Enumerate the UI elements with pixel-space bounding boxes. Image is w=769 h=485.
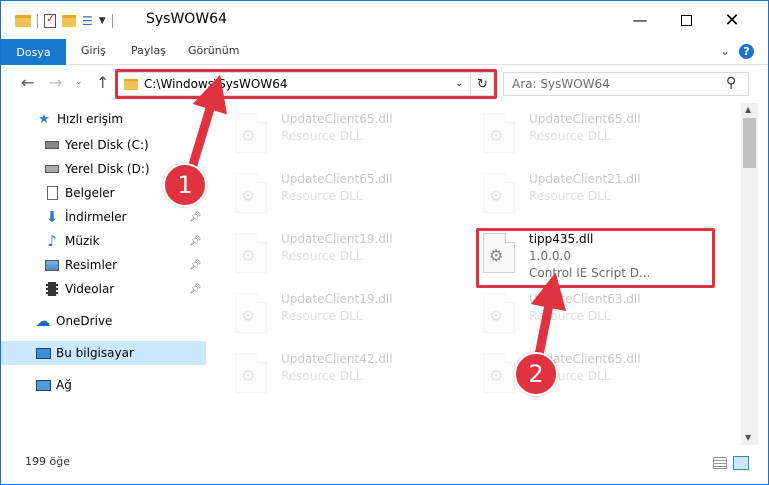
pictures-icon (44, 257, 60, 273)
tab-share[interactable]: Paylaş (131, 44, 166, 57)
file-item[interactable]: ⚙ UpdateClient19.dll Resource DLL (235, 227, 475, 281)
sidebar-item-music[interactable]: ♪ Müzik 📌︎ (1, 229, 206, 253)
sidebar-item-videos[interactable]: Videolar 📌︎ (1, 277, 206, 301)
title-bar: ☰ ▼ SysWOW64 — ✕ (1, 1, 768, 39)
music-icon: ♪ (47, 232, 57, 250)
customize-toolbar-icon[interactable]: ☰ (82, 14, 93, 28)
status-bar: 199 öğe (1, 447, 768, 484)
tab-home[interactable]: Giriş (81, 44, 106, 57)
sidebar-item-this-pc[interactable]: Bu bilgisayar (1, 341, 206, 365)
details-view-icon[interactable] (713, 457, 727, 469)
dll-file-icon: ⚙ (235, 353, 267, 393)
sidebar-item-downloads[interactable]: ⬇ İndirmeler 📌︎ (1, 205, 206, 229)
network-icon (35, 377, 51, 393)
navigation-bar: ← → ⌄ ↑ C:\Windows\SysWOW64 ⌄ ↻ Ara: Sys… (1, 65, 768, 103)
file-item[interactable]: ⚙ UpdateClient42.dll Resource DLL (235, 347, 475, 401)
file-item[interactable]: ⚙ UpdateClient65.dll Resource DLL (235, 167, 475, 221)
download-icon: ⬇ (45, 208, 59, 226)
dll-file-icon: ⚙ (235, 113, 267, 153)
annotation-highlight-file (476, 228, 715, 288)
drive-icon (44, 137, 60, 153)
scrollbar-thumb[interactable] (743, 118, 756, 168)
annotation-badge-1: 1 (163, 163, 207, 207)
dll-file-icon: ⚙ (483, 113, 515, 153)
file-item[interactable]: ⚙ UpdateClient19.dll Resource DLL (235, 287, 475, 341)
close-button[interactable]: ✕ (710, 7, 754, 33)
recent-locations-icon[interactable]: ⌄ (75, 77, 83, 87)
vertical-scrollbar[interactable]: ▲ ▼ (741, 103, 758, 445)
back-arrow-icon[interactable]: ← (21, 73, 34, 92)
search-input[interactable]: Ara: SysWOW64 ⚲ (503, 72, 749, 96)
tab-view[interactable]: Görünüm (188, 44, 239, 57)
file-item[interactable]: ⚙ UpdateClient63.dll Resource DLL (483, 287, 723, 341)
video-icon (44, 281, 60, 297)
explorer-window: ☰ ▼ SysWOW64 — ✕ Dosya Giriş Paylaş Görü… (0, 0, 769, 485)
maximize-icon (680, 14, 692, 26)
scroll-down-icon[interactable]: ▼ (745, 433, 751, 442)
item-count: 199 öğe (25, 455, 70, 468)
dll-file-icon: ⚙ (235, 173, 267, 213)
pin-icon[interactable]: 📌︎ (189, 284, 202, 295)
cloud-icon: ☁ (35, 312, 51, 330)
star-icon: ★ (38, 111, 50, 127)
up-arrow-icon[interactable]: ↑ (96, 73, 109, 92)
ribbon-tabs: Dosya Giriş Paylaş Görünüm ⌄ ? (1, 39, 768, 65)
sidebar-item-network[interactable]: Ağ (1, 373, 206, 397)
maximize-button[interactable] (664, 7, 708, 33)
dll-file-icon: ⚙ (483, 173, 515, 213)
large-icons-view-icon[interactable] (733, 456, 749, 470)
pin-icon[interactable]: 📌︎ (189, 236, 202, 247)
tab-file[interactable]: Dosya (1, 39, 66, 65)
search-icon: ⚲ (726, 75, 737, 91)
forward-arrow-icon[interactable]: → (49, 73, 62, 92)
chevron-down-icon[interactable]: ▼ (99, 16, 106, 26)
search-placeholder: Ara: SysWOW64 (512, 77, 610, 91)
computer-icon (35, 345, 51, 361)
expand-ribbon-icon[interactable]: ⌄ (720, 44, 730, 58)
sidebar-item-quick-access[interactable]: ★ Hızlı erişim (1, 107, 206, 131)
document-icon (44, 185, 60, 201)
dll-file-icon: ⚙ (483, 353, 515, 393)
file-item[interactable]: ⚙ UpdateClient65.dll Resource DLL (235, 107, 475, 161)
window-title: SysWOW64 (146, 11, 227, 27)
dll-file-icon: ⚙ (235, 233, 267, 273)
help-icon[interactable]: ? (739, 44, 754, 59)
sidebar-item-pictures[interactable]: Resimler 📌︎ (1, 253, 206, 277)
drive-icon (44, 161, 60, 177)
navigation-pane: ★ Hızlı erişim Yerel Disk (C:) Yerel Dis… (1, 103, 208, 445)
folder-icon (15, 15, 31, 27)
sidebar-item-local-disk-c[interactable]: Yerel Disk (C:) (1, 133, 206, 157)
file-item[interactable]: ⚙ UpdateClient65.dll Resource DLL (483, 107, 723, 161)
toolbar-divider (111, 14, 113, 28)
quick-access-toolbar: ☰ ▼ (15, 12, 113, 29)
scroll-up-icon[interactable]: ▲ (745, 105, 751, 114)
properties-icon[interactable] (44, 12, 56, 28)
sidebar-item-onedrive[interactable]: ☁ OneDrive (1, 309, 206, 333)
annotation-highlight-address (115, 69, 497, 99)
toolbar-divider (37, 14, 38, 28)
pin-icon[interactable]: 📌︎ (189, 212, 202, 223)
new-folder-icon[interactable] (62, 15, 76, 27)
pin-icon[interactable]: 📌︎ (189, 260, 202, 271)
file-item[interactable]: ⚙ UpdateClient21.dll Resource DLL (483, 167, 723, 221)
annotation-badge-2: 2 (514, 352, 558, 396)
dll-file-icon: ⚙ (483, 293, 515, 333)
minimize-button[interactable]: — (618, 7, 662, 33)
dll-file-icon: ⚙ (235, 293, 267, 333)
